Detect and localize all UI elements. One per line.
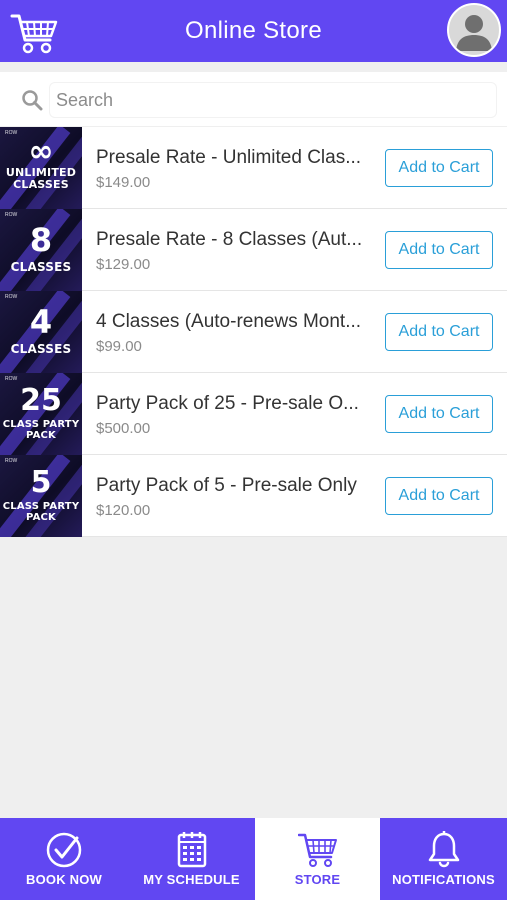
product-row[interactable]: ROW ∞ UNLIMITED CLASSES Presale Rate - U…: [0, 127, 507, 209]
thumbnail-number: 4: [29, 303, 53, 341]
product-row[interactable]: ROW 5 CLASS PARTY PACK Party Pack of 5 -…: [0, 455, 507, 537]
product-name: Party Pack of 25 - Pre-sale O...: [96, 393, 359, 414]
thumbnail-number: 8: [29, 221, 53, 259]
thumbnail-caption: CLASSES: [10, 260, 72, 274]
app-header: Online Store: [0, 0, 507, 62]
cart-icon[interactable]: [10, 12, 60, 56]
product-price: $99.00: [96, 338, 142, 355]
product-row[interactable]: ROW 4 CLASSES 4 Classes (Auto-renews Mon…: [0, 291, 507, 373]
product-list: ROW ∞ UNLIMITED CLASSES Presale Rate - U…: [0, 127, 507, 537]
product-name: Party Pack of 5 - Pre-sale Only: [96, 475, 357, 496]
avatar[interactable]: [447, 3, 501, 57]
thumbnail-caption: CLASSES: [13, 178, 69, 191]
product-price: $120.00: [96, 502, 151, 519]
tab-label: MY SCHEDULE: [143, 872, 240, 887]
thumbnail-number: ∞: [28, 134, 54, 169]
search-bar: [0, 72, 507, 126]
thumbnail-number: 5: [30, 465, 52, 500]
product-thumbnail: ROW 8 CLASSES: [0, 209, 82, 291]
thumbnail-caption: UNLIMITED: [5, 166, 77, 179]
product-thumbnail: ROW 25 CLASS PARTY PACK: [0, 373, 82, 455]
tab-label: BOOK NOW: [26, 872, 102, 887]
product-thumbnail: ROW ∞ UNLIMITED CLASSES: [0, 127, 82, 209]
cart-icon: [297, 830, 338, 870]
thumbnail-caption: PACK: [25, 512, 57, 523]
tab-book-now[interactable]: BOOK NOW: [0, 818, 128, 900]
product-price: $500.00: [96, 420, 151, 437]
tab-notifications[interactable]: NOTIFICATIONS: [380, 818, 507, 900]
search-input[interactable]: [49, 82, 497, 118]
thumbnail-caption: CLASS PARTY: [2, 501, 80, 512]
bottom-tab-bar: BOOK NOW MY SCHEDULE STORE NOTIFICATIONS: [0, 818, 507, 900]
product-thumbnail: ROW 5 CLASS PARTY PACK: [0, 455, 82, 537]
product-row[interactable]: ROW 25 CLASS PARTY PACK Party Pack of 25…: [0, 373, 507, 455]
thumbnail-caption: CLASS PARTY: [2, 419, 80, 430]
product-thumbnail: ROW 4 CLASSES: [0, 291, 82, 373]
tab-label: NOTIFICATIONS: [392, 872, 495, 887]
calendar-icon: [172, 830, 212, 870]
product-name: Presale Rate - Unlimited Clas...: [96, 147, 362, 168]
tab-store[interactable]: STORE: [255, 818, 380, 900]
product-name: 4 Classes (Auto-renews Mont...: [96, 311, 362, 332]
add-to-cart-button[interactable]: Add to Cart: [385, 149, 493, 187]
page-title: Online Store: [184, 17, 322, 44]
bell-icon: [424, 830, 464, 870]
add-to-cart-button[interactable]: Add to Cart: [385, 231, 493, 269]
tab-label: STORE: [294, 872, 341, 887]
add-to-cart-button[interactable]: Add to Cart: [385, 313, 493, 351]
product-name: Presale Rate - 8 Classes (Aut...: [96, 229, 363, 250]
product-row[interactable]: ROW 8 CLASSES Presale Rate - 8 Classes (…: [0, 209, 507, 291]
check-circle-icon: [44, 830, 84, 870]
product-price: $129.00: [96, 256, 151, 273]
add-to-cart-button[interactable]: Add to Cart: [385, 477, 493, 515]
thumbnail-number: 25: [20, 383, 62, 418]
thumbnail-caption: CLASSES: [10, 342, 72, 356]
header-spacer: [0, 62, 507, 72]
tab-my-schedule[interactable]: MY SCHEDULE: [128, 818, 255, 900]
user-icon: [456, 15, 492, 51]
add-to-cart-button[interactable]: Add to Cart: [385, 395, 493, 433]
thumbnail-caption: PACK: [25, 430, 57, 441]
search-icon: [21, 89, 43, 111]
product-price: $149.00: [96, 174, 151, 191]
